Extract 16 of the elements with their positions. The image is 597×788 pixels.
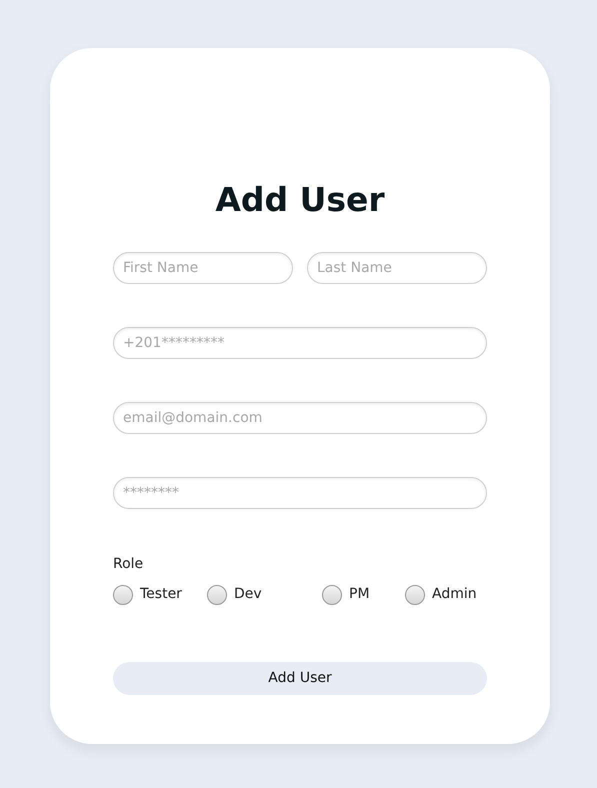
last-name-field[interactable]: Last Name: [307, 252, 487, 284]
role-label: Role: [113, 555, 144, 574]
radio-label[interactable]: PM: [349, 584, 370, 605]
radio-label[interactable]: Dev: [234, 584, 262, 605]
first-name-field[interactable]: First Name: [113, 252, 293, 284]
radio-button[interactable]: [113, 584, 133, 604]
email-field[interactable]: email@domain.com: [113, 402, 487, 434]
add-user-button[interactable]: Add User: [113, 662, 487, 695]
radio-button[interactable]: [207, 584, 227, 604]
form-title: Add User: [214, 179, 386, 221]
radio-button[interactable]: [322, 584, 342, 604]
phone-field[interactable]: +201*********: [113, 327, 487, 359]
radio-label[interactable]: Tester: [140, 584, 182, 605]
radio-button[interactable]: [405, 584, 425, 604]
radio-label[interactable]: Admin: [432, 584, 477, 605]
password-field[interactable]: ********: [113, 477, 487, 509]
